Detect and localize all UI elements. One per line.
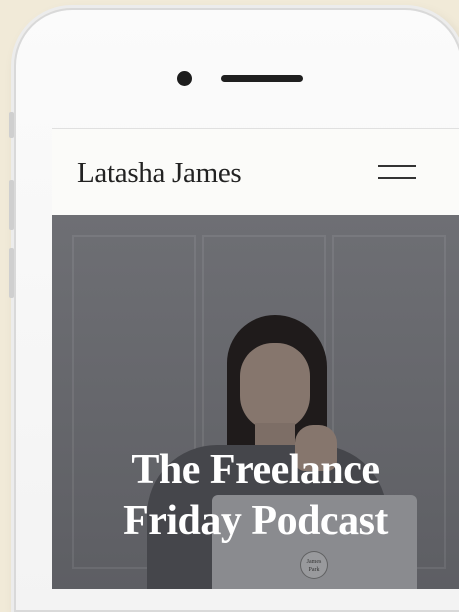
mute-switch [9, 112, 14, 138]
hero-heading-line-1: The Freelance [131, 447, 380, 493]
laptop-logo: James Park [300, 551, 328, 579]
front-camera [177, 71, 192, 86]
site-header: Latasha James [52, 129, 459, 215]
hero-heading: The Freelance Friday Podcast [52, 445, 459, 547]
person-face [240, 343, 310, 431]
volume-up-button [9, 180, 14, 230]
volume-down-button [9, 248, 14, 298]
phone-screen: Latasha James James Park The Freelance F… [52, 128, 459, 589]
earpiece-speaker [221, 75, 303, 82]
site-title[interactable]: Latasha James [77, 157, 242, 190]
hero-heading-line-2: Friday Podcast [123, 498, 388, 544]
menu-button[interactable] [378, 161, 416, 183]
hero-section: James Park The Freelance Friday Podcast [52, 215, 459, 589]
phone-frame: Latasha James James Park The Freelance F… [14, 8, 459, 612]
